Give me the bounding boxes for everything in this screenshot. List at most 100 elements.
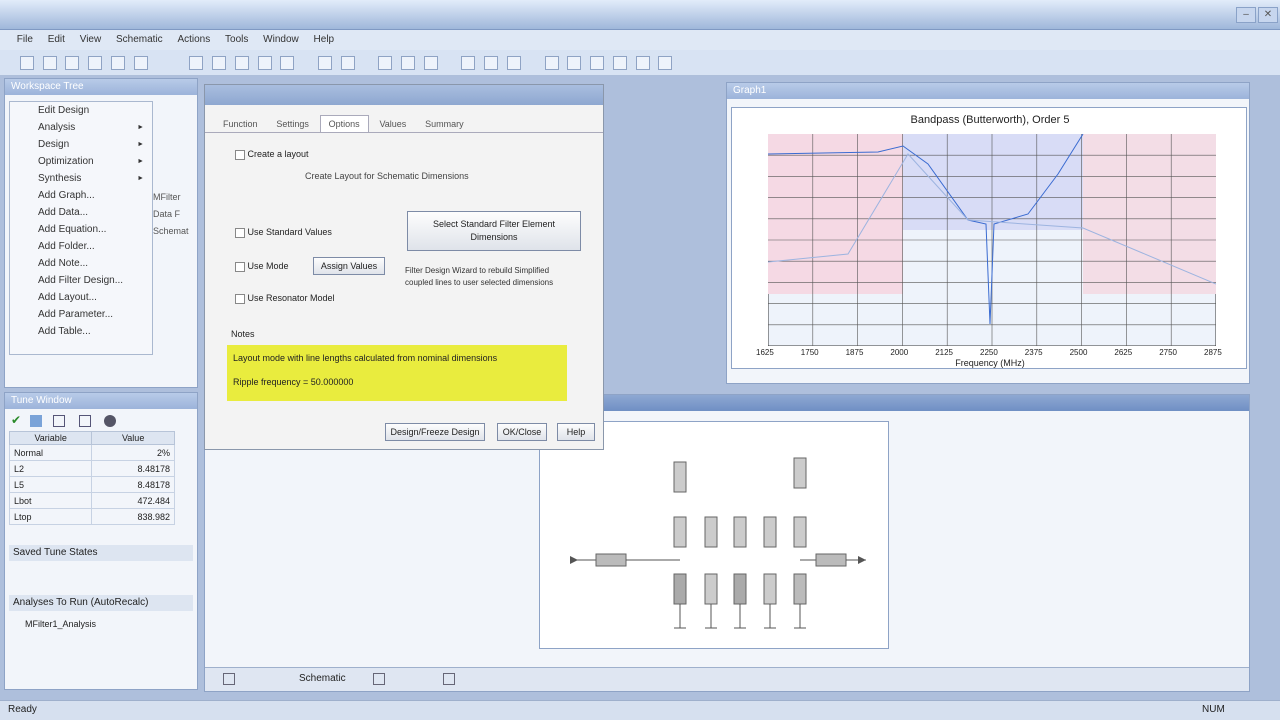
snap-icon[interactable] — [484, 56, 499, 70]
table-row[interactable]: Normal 2% — [8, 444, 175, 461]
standard-values-checkbox[interactable] — [235, 227, 245, 238]
check-icon[interactable]: ✔ — [11, 413, 21, 427]
option-create-layout[interactable]: Create a layout — [235, 149, 309, 160]
tune-icon[interactable] — [461, 56, 476, 70]
tab-settings[interactable]: Settings — [268, 116, 317, 132]
close-icon[interactable]: ✕ — [1258, 7, 1278, 23]
option-standard-values[interactable]: Use Standard Values — [235, 227, 332, 238]
menu-edit[interactable]: Edit — [42, 30, 71, 50]
ctx-add-filter-design[interactable]: Add Filter Design... — [10, 272, 152, 289]
run-icon[interactable] — [317, 56, 332, 70]
paste-icon[interactable] — [133, 56, 148, 70]
refresh-icon[interactable] — [658, 56, 673, 70]
notes-line-1: Layout mode with line lengths calculated… — [233, 353, 498, 363]
table-row[interactable]: Ltop 838.982 — [8, 508, 175, 525]
ctx-add-data[interactable]: Add Data... — [10, 204, 152, 221]
menu-file[interactable]: File — [11, 30, 39, 50]
tree-item-filter[interactable]: MFilter — [153, 189, 193, 206]
target-icon[interactable] — [567, 56, 582, 70]
tab-schematic[interactable]: Schematic — [299, 673, 346, 684]
assign-values-button[interactable]: Assign Values — [313, 257, 385, 275]
tab-values[interactable]: Values — [371, 116, 414, 132]
wire-icon[interactable] — [378, 56, 393, 70]
list-icon[interactable] — [29, 415, 42, 428]
grid-icon[interactable] — [234, 56, 249, 70]
graph-area[interactable]: Bandpass (Butterworth), Order 5 1625 1750… — [731, 107, 1247, 369]
resonator-model-checkbox[interactable] — [235, 293, 245, 304]
analysis-item[interactable]: MFilter1_Analysis — [25, 619, 96, 629]
tune-value[interactable]: 8.48178 — [91, 460, 175, 477]
schematic-canvas[interactable] — [539, 421, 889, 649]
chart-icon[interactable] — [79, 415, 92, 428]
layout-icon[interactable] — [280, 56, 295, 70]
stop-icon[interactable] — [340, 56, 355, 70]
use-mode-checkbox[interactable] — [235, 261, 245, 272]
ctx-edit-design[interactable]: Edit Design — [10, 102, 152, 119]
ctx-add-layout[interactable]: Add Layout... — [10, 289, 152, 306]
record-icon[interactable] — [104, 415, 117, 428]
option-resonator-model[interactable]: Use Resonator Model — [235, 293, 335, 304]
menu-window[interactable]: Window — [257, 30, 305, 50]
menu-actions[interactable]: Actions — [171, 30, 216, 50]
ok-close-button[interactable]: OK/Close — [497, 423, 547, 441]
menu-help[interactable]: Help — [308, 30, 341, 50]
menu-tools[interactable]: Tools — [219, 30, 254, 50]
layout-tab-icon[interactable] — [373, 673, 385, 685]
measure-icon[interactable] — [635, 56, 650, 70]
rotate-icon[interactable] — [189, 56, 204, 70]
design-freeze-button[interactable]: Design/Freeze Design — [385, 423, 485, 441]
ground-icon[interactable] — [423, 56, 438, 70]
grid-view-icon[interactable] — [52, 415, 65, 428]
ctx-add-parameter[interactable]: Add Parameter... — [10, 306, 152, 323]
dots-icon[interactable] — [506, 56, 521, 70]
tune-value[interactable]: 2% — [91, 444, 175, 461]
tune-value[interactable]: 472.484 — [91, 492, 175, 509]
ctx-analysis[interactable]: Analysis — [10, 119, 152, 136]
table-row[interactable]: L2 8.48178 — [8, 460, 175, 477]
ctx-add-equation[interactable]: Add Equation... — [10, 221, 152, 238]
create-layout-checkbox[interactable] — [235, 149, 245, 160]
tab-options[interactable]: Options — [319, 115, 369, 132]
col-value[interactable]: Value — [91, 431, 175, 445]
pan-icon[interactable] — [612, 56, 627, 70]
tune-value[interactable]: 838.982 — [91, 508, 175, 525]
select-icon[interactable] — [257, 56, 272, 70]
copy-icon[interactable] — [110, 56, 125, 70]
tree-item-schematic[interactable]: Schemat — [153, 223, 193, 240]
3d-tab-icon[interactable] — [443, 673, 455, 685]
save-icon[interactable] — [65, 56, 80, 70]
analyses-header[interactable]: Analyses To Run (AutoRecalc) — [9, 595, 193, 611]
tree-fragments: MFilter Data F Schemat — [153, 103, 193, 240]
passband-right-region — [1083, 134, 1216, 294]
option-use-mode[interactable]: Use Mode — [235, 261, 289, 272]
ctx-synthesis[interactable]: Synthesis — [10, 170, 152, 187]
ctx-add-graph[interactable]: Add Graph... — [10, 187, 152, 204]
components-icon[interactable] — [212, 56, 227, 70]
zoom-icon[interactable] — [590, 56, 605, 70]
cut-icon[interactable] — [88, 56, 103, 70]
menu-view[interactable]: View — [74, 30, 108, 50]
ctx-add-folder[interactable]: Add Folder... — [10, 238, 152, 255]
grid-tab-icon[interactable] — [223, 673, 235, 685]
tree-item-data[interactable]: Data F — [153, 206, 193, 223]
undo-icon[interactable] — [19, 56, 34, 70]
port-icon[interactable] — [401, 56, 416, 70]
redo-icon[interactable] — [42, 56, 57, 70]
tab-function[interactable]: Function — [215, 116, 266, 132]
table-row[interactable]: Lbot 472.484 — [8, 492, 175, 509]
ctx-add-table[interactable]: Add Table... — [10, 323, 152, 340]
menu-schematic[interactable]: Schematic — [110, 30, 169, 50]
col-variable[interactable]: Variable — [8, 431, 93, 445]
pointer-icon[interactable] — [544, 56, 559, 70]
minimize-icon[interactable]: – — [1236, 7, 1256, 23]
table-row[interactable]: L5 8.48178 — [8, 476, 175, 493]
saved-states-header[interactable]: Saved Tune States — [9, 545, 193, 561]
ctx-optimization[interactable]: Optimization — [10, 153, 152, 170]
help-button[interactable]: Help — [557, 423, 595, 441]
tune-value[interactable]: 8.48178 — [91, 476, 175, 493]
tune-var: L5 — [8, 476, 93, 493]
ctx-design[interactable]: Design — [10, 136, 152, 153]
standard-dimensions-button[interactable]: Select Standard Filter Element Dimension… — [407, 211, 581, 251]
ctx-add-note[interactable]: Add Note... — [10, 255, 152, 272]
tab-summary[interactable]: Summary — [417, 116, 472, 132]
